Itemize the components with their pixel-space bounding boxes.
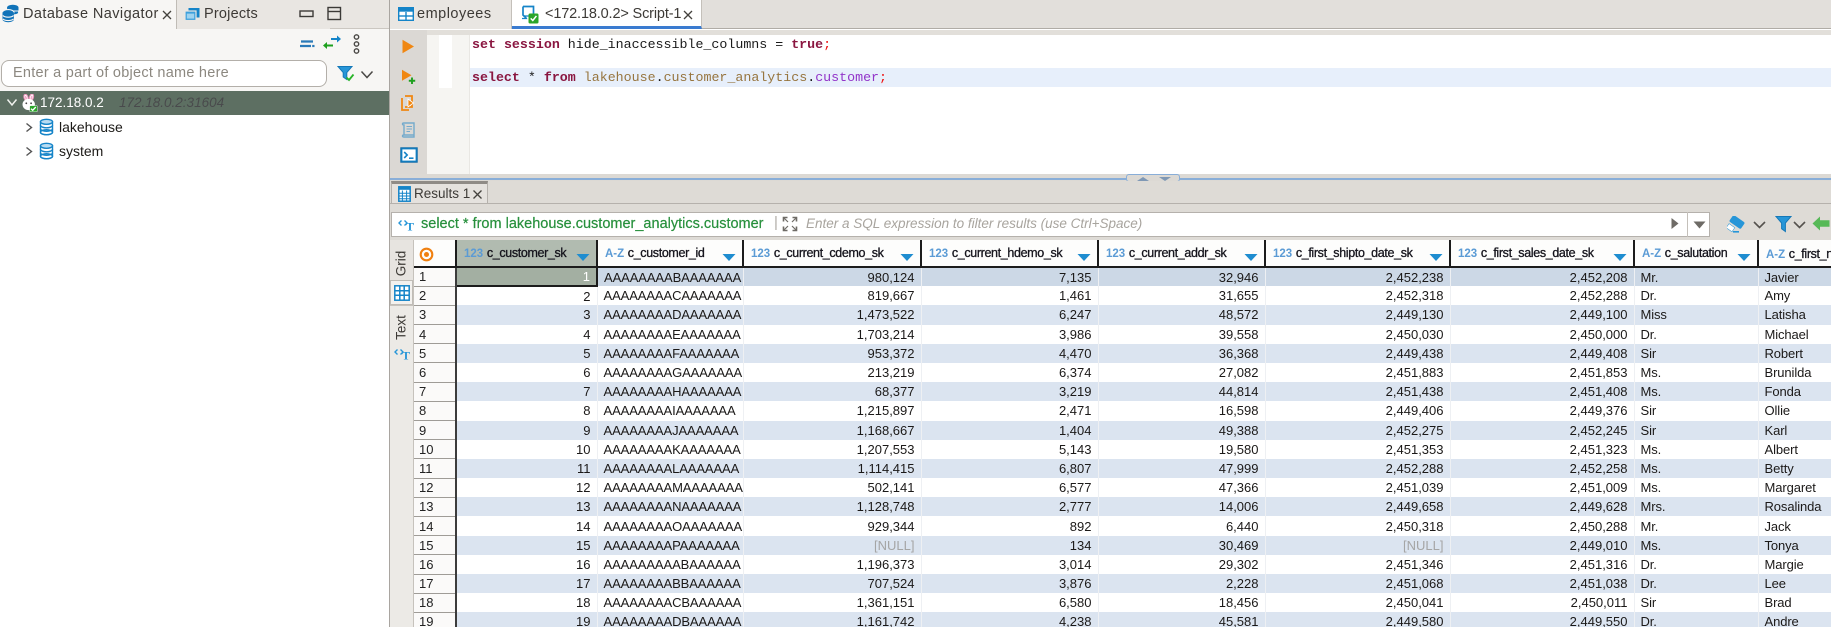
svg-text:T: T [406, 220, 414, 233]
svg-text:T: T [402, 349, 410, 362]
